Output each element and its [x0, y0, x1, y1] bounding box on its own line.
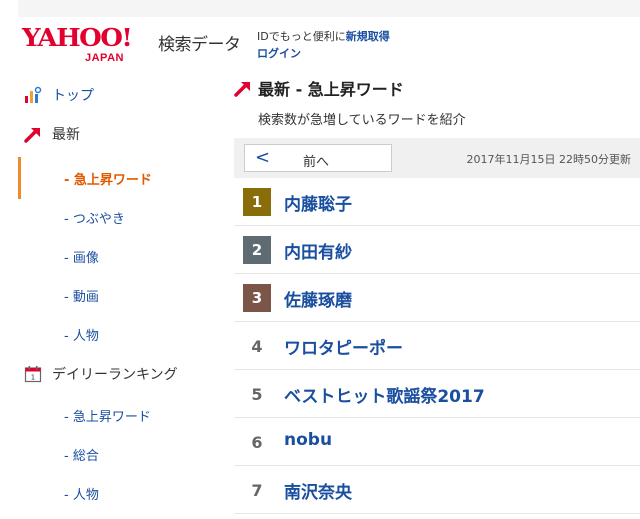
- login-promo-text: IDでもっと便利に: [257, 30, 346, 43]
- sidebar-subitem-videos[interactable]: - 動画: [18, 276, 224, 314]
- login-box: IDでもっと便利に新規取得 ログイン: [257, 28, 390, 62]
- ranking-row: 4 ワロタピーポー: [234, 322, 640, 370]
- logo-text: YAHOO!: [22, 25, 133, 53]
- ranking-row: 5 ベストヒット歌謡祭2017: [234, 370, 640, 418]
- trend-arrow-icon: [234, 82, 250, 97]
- rank-number: 4: [251, 336, 263, 356]
- rank-number: 7: [251, 480, 263, 500]
- ranking-row: 3 佐藤琢磨: [234, 274, 640, 322]
- updated-timestamp: 2017年11月15日 22時50分更新: [466, 153, 631, 166]
- sidebar-subitem-people[interactable]: - 人物: [18, 315, 224, 353]
- ranking-word-link[interactable]: nobu: [284, 430, 332, 450]
- sidebar-subitem-rising-words[interactable]: - 急上昇ワード: [18, 159, 224, 197]
- sidebar-subitem-label: - 人物: [64, 328, 99, 344]
- rank-badge-gold: 1: [243, 188, 271, 216]
- ranking-word-link[interactable]: ベストヒット歌謡祭2017: [284, 382, 485, 407]
- sidebar-subitem-tweets[interactable]: - つぶやき: [18, 198, 224, 236]
- svg-text:1: 1: [31, 374, 35, 382]
- chevron-left-icon: <: [255, 147, 271, 168]
- yahoo-japan-logo[interactable]: YAHOO! JAPAN: [22, 25, 154, 65]
- sidebar-item-label: 最新: [52, 127, 80, 143]
- ranking-word-link[interactable]: ワロタピーポー: [284, 334, 403, 359]
- prev-button[interactable]: < 前へ: [244, 144, 392, 172]
- pagination-bar: < 前へ 2017年11月15日 22時50分更新: [234, 138, 640, 178]
- sidebar-subitem-label: - 急上昇ワード: [64, 409, 151, 425]
- sidebar-subitem-daily-rising-words[interactable]: - 急上昇ワード: [18, 396, 224, 434]
- ranking-row: 2 内田有紗: [234, 226, 640, 274]
- site-name[interactable]: 検索データ: [158, 30, 241, 55]
- sidebar-item-label: デイリーランキング: [52, 367, 178, 383]
- ranking-word-link[interactable]: 内田有紗: [284, 238, 352, 263]
- sidebar-item-label: トップ: [52, 88, 94, 104]
- sidebar-subitem-label: - 急上昇ワード: [64, 172, 152, 188]
- sidebar-subitem-label: - 人物: [64, 487, 99, 503]
- rank-badge-bronze: 3: [243, 284, 271, 312]
- top-strip: [18, 0, 640, 17]
- login-link[interactable]: ログイン: [257, 47, 301, 60]
- page-title-text: 最新 - 急上昇ワード: [258, 80, 404, 99]
- ranking-row: 6 nobu: [234, 418, 640, 466]
- ranking-word-link[interactable]: 佐藤琢磨: [284, 286, 352, 311]
- page-title: 最新 - 急上昇ワード: [234, 76, 404, 100]
- calendar-icon: 1: [24, 366, 42, 383]
- sidebar-subitem-label: - つぶやき: [64, 211, 125, 227]
- bar-chart-icon: [25, 86, 42, 103]
- sidebar-item-daily-ranking[interactable]: 1 デイリーランキング: [18, 355, 224, 393]
- rank-number: 6: [251, 432, 263, 452]
- sidebar-item-top[interactable]: トップ: [18, 76, 224, 114]
- sidebar-subitem-label: - 総合: [64, 448, 99, 464]
- ranking-row: 7 南沢奈央: [234, 466, 640, 514]
- ranking-word-link[interactable]: 南沢奈央: [284, 478, 352, 503]
- ranking-row: 1 内藤聡子: [234, 178, 640, 226]
- page-description: 検索数が急増しているワードを紹介: [258, 113, 466, 128]
- sidebar-subitem-images[interactable]: - 画像: [18, 237, 224, 275]
- trend-arrow-icon: [24, 128, 40, 143]
- sidebar-subitem-label: - 画像: [64, 250, 99, 266]
- sidebar-subitem-daily-people[interactable]: - 人物: [18, 474, 224, 512]
- ranking-word-link[interactable]: 内藤聡子: [284, 190, 352, 215]
- logo-sub-text: JAPAN: [85, 52, 124, 64]
- rank-number: 5: [251, 384, 263, 404]
- sidebar-subitem-daily-overall[interactable]: - 総合: [18, 435, 224, 473]
- register-link[interactable]: 新規取得: [346, 30, 390, 43]
- rank-badge-silver: 2: [243, 236, 271, 264]
- prev-button-label: 前へ: [303, 155, 330, 170]
- sidebar-subitem-label: - 動画: [64, 289, 99, 305]
- sidebar-item-latest[interactable]: 最新: [18, 115, 224, 153]
